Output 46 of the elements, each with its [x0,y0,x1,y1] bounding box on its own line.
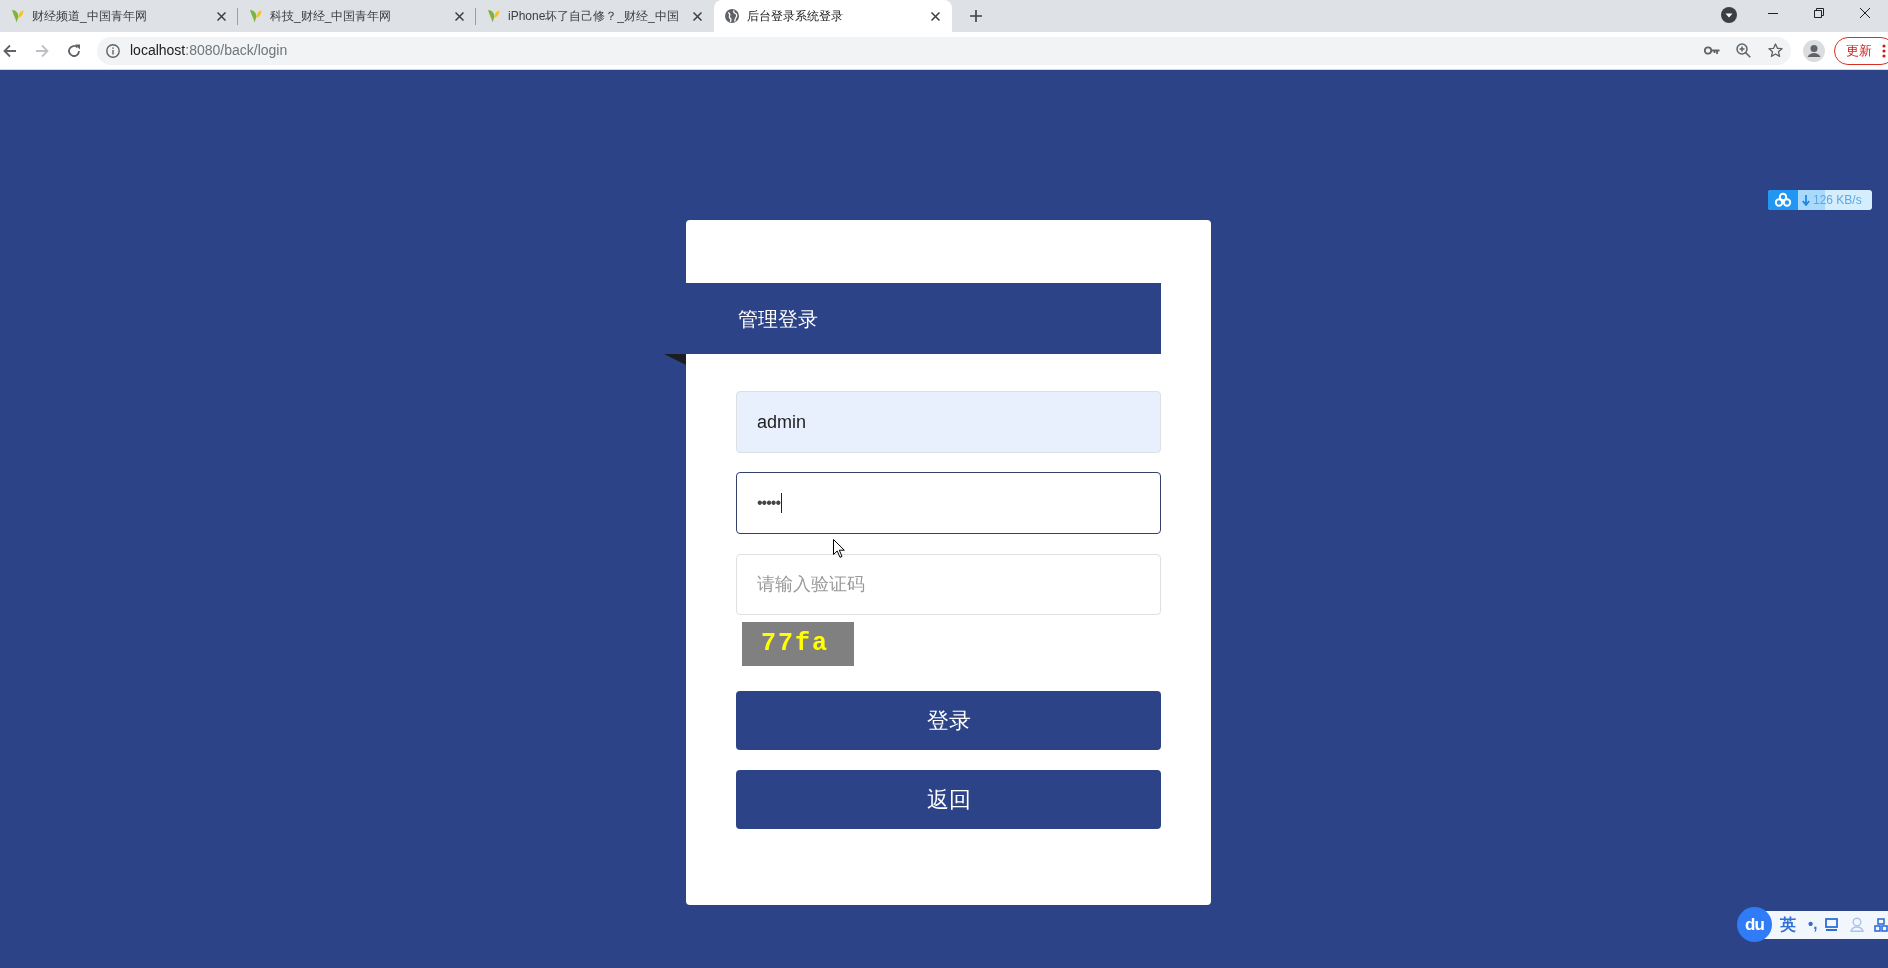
leaf-icon [11,9,24,23]
input-mode-toggle[interactable]: 英 [1780,912,1796,937]
reload-icon[interactable] [67,43,81,58]
text-caret-icon [781,493,782,513]
menu-dots-icon[interactable] [1882,43,1886,58]
dropdown-icon[interactable] [1721,6,1737,23]
browser-tab[interactable]: iPhone坏了自己修？_财经_中国 [476,0,714,32]
ribbon-fold-icon [664,354,686,365]
star-icon[interactable] [1768,43,1783,58]
url-text: localhost:8080/back/login [130,41,288,60]
browser-tab[interactable]: 后台登录系统登录 [714,0,952,32]
close-icon[interactable] [455,11,464,21]
captcha-field[interactable]: 请输入验证码 [736,554,1161,615]
restore-icon[interactable] [1814,8,1824,18]
screen-icon[interactable] [1825,918,1839,931]
back-arrow-icon[interactable] [3,43,17,58]
punctuation-toggle[interactable]: •, [1808,913,1818,936]
close-icon[interactable] [1860,8,1870,18]
avatar-icon[interactable] [1803,39,1825,62]
browser-tab[interactable]: 财经频道_中国青年网 [0,0,238,32]
download-arrow-icon [1802,194,1810,206]
info-icon[interactable] [106,43,120,58]
close-icon[interactable] [931,11,940,21]
key-icon[interactable] [1704,46,1720,55]
ime-logo[interactable]: du [1737,907,1772,942]
login-title: 管理登录 [738,306,818,332]
back-button[interactable]: 返回 [736,770,1161,829]
update-button[interactable]: 更新 [1834,36,1888,65]
new-tab-icon[interactable] [970,10,982,22]
captcha-image[interactable]: 77fa [742,622,854,666]
address-bar[interactable]: localhost:8080/back/login [97,36,1791,65]
globe-icon [725,9,739,23]
leaf-icon [249,9,262,23]
cloud-logo-icon [1768,190,1798,210]
username-field[interactable]: admin [736,391,1161,453]
close-icon[interactable] [217,11,226,21]
download-speed-text: 126 KB/s [1813,192,1862,209]
close-icon[interactable] [693,11,702,21]
browser-tab[interactable]: 科技_财经_中国青年网 [238,0,476,32]
grid-icon[interactable] [1874,917,1888,932]
login-button[interactable]: 登录 [736,691,1161,750]
zoom-icon[interactable] [1736,43,1751,58]
password-field[interactable]: ••••• [736,472,1161,534]
minimize-icon[interactable] [1768,12,1778,14]
mouse-pointer-icon [833,539,845,558]
leaf-icon [487,9,500,23]
